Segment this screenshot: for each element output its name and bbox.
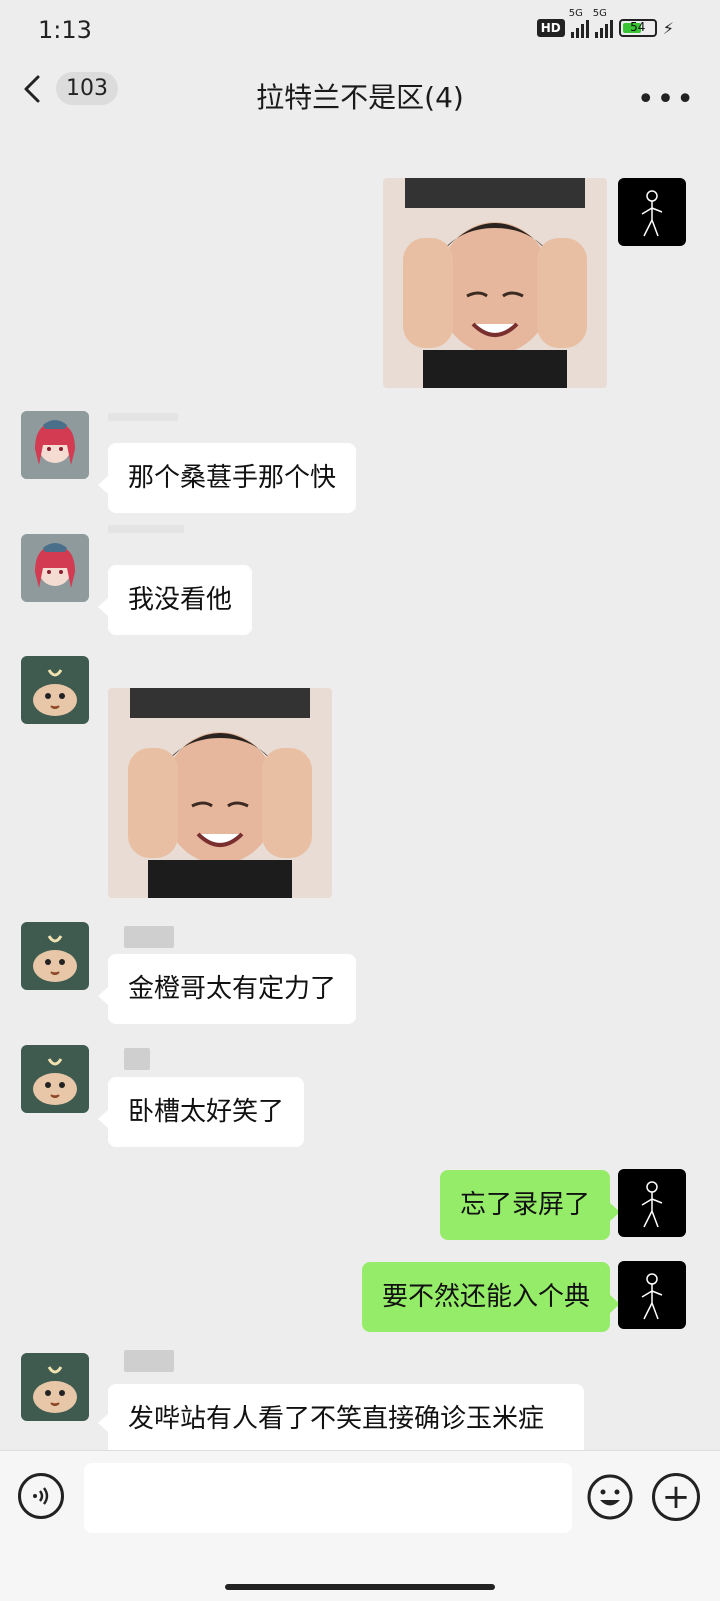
message-input[interactable] [84, 1463, 572, 1533]
sender-name-blurred [124, 1350, 174, 1372]
voice-icon[interactable] [18, 1473, 64, 1519]
network-label: 5G [568, 8, 583, 19]
sender-name-blurred [108, 525, 184, 533]
chat-title: 拉特兰不是区(4) [256, 81, 464, 114]
status-bar: 1:13 HD 5G 5G 54 ⚡ [0, 0, 720, 62]
signal-icon: 5G [569, 8, 589, 38]
message-bubble[interactable]: 我没看他 [108, 565, 253, 635]
sender-name-blurred [108, 413, 178, 421]
sticker-image[interactable] [383, 178, 607, 388]
message-bubble[interactable]: 忘了录屏了 [439, 1170, 610, 1240]
avatar[interactable] [618, 1169, 686, 1237]
signal-icon-2: 5G [593, 8, 613, 38]
sender-name-blurred [124, 926, 174, 948]
avatar[interactable] [618, 178, 686, 246]
input-bar: + [0, 1450, 720, 1601]
home-indicator [225, 1584, 495, 1590]
chat-header: 103 拉特兰不是区(4) ••• [0, 62, 720, 134]
message-bubble[interactable]: 要不然还能入个典 [361, 1262, 610, 1332]
avatar[interactable] [21, 1353, 89, 1421]
avatar[interactable] [21, 922, 89, 990]
avatar[interactable] [618, 1261, 686, 1329]
status-icons: HD 5G 5G 54 ⚡ [536, 8, 674, 38]
sender-name-blurred [124, 1048, 150, 1070]
battery-level: 54 [630, 20, 646, 34]
battery-icon: 54 [618, 19, 657, 37]
sticker-image[interactable] [108, 688, 332, 898]
avatar[interactable] [21, 656, 89, 724]
message-bubble[interactable]: 那个桑葚手那个快 [108, 443, 357, 513]
avatar[interactable] [21, 411, 89, 479]
more-dots-icon[interactable]: ••• [637, 82, 696, 117]
network-label-2: 5G [592, 8, 607, 19]
hd-badge: HD [536, 19, 565, 37]
avatar[interactable] [21, 1045, 89, 1113]
charging-icon: ⚡ [662, 18, 674, 38]
message-bubble[interactable]: 金橙哥太有定力了 [108, 954, 357, 1024]
emoji-icon[interactable] [586, 1473, 634, 1521]
message-bubble[interactable]: 卧槽太好笑了 [108, 1077, 305, 1147]
status-time: 1:13 [38, 16, 92, 44]
plus-icon[interactable]: + [652, 1473, 700, 1521]
avatar[interactable] [21, 534, 89, 602]
